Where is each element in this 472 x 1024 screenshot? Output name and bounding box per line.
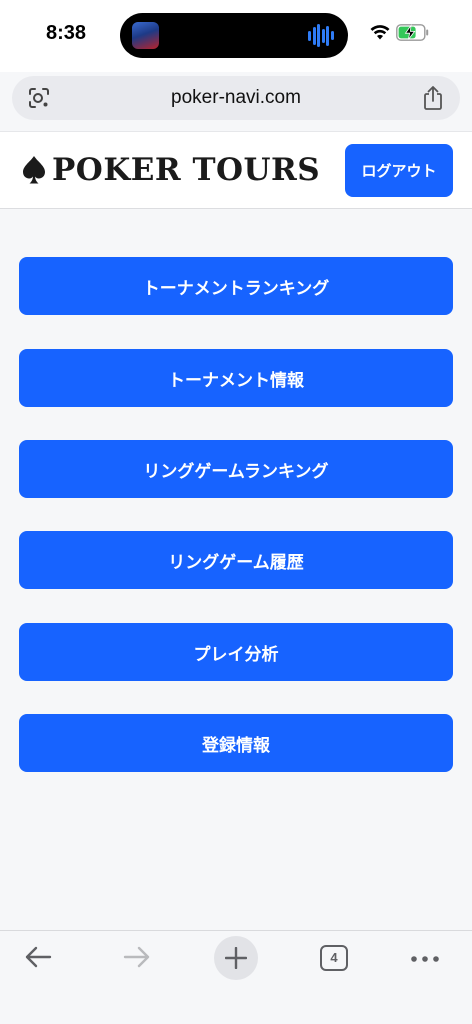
wifi-icon (370, 25, 390, 40)
dynamic-island[interactable] (120, 13, 348, 58)
logout-button[interactable]: ログアウト (345, 144, 453, 197)
logo-text: POKER TOURS (52, 152, 321, 188)
plus-icon (225, 947, 247, 969)
tournament-info-button[interactable]: トーナメント情報 (19, 349, 453, 407)
play-analysis-button[interactable]: プレイ分析 (19, 623, 453, 681)
registration-info-button[interactable]: 登録情報 (19, 714, 453, 772)
more-icon[interactable] (410, 955, 440, 963)
forward-arrow-icon[interactable] (123, 945, 151, 969)
share-icon[interactable] (422, 85, 444, 111)
site-header: POKER TOURS ログアウト (0, 131, 472, 209)
url-text[interactable]: poker-navi.com (12, 76, 460, 120)
ring-game-history-button[interactable]: リングゲーム履歴 (19, 531, 453, 589)
tournament-ranking-button[interactable]: トーナメントランキング (19, 257, 453, 315)
status-bar: 8:38 (0, 0, 472, 72)
battery-charging-icon (396, 24, 429, 41)
browser-toolbar: 4 (0, 930, 472, 1024)
site-logo[interactable]: POKER TOURS (22, 150, 320, 190)
status-time: 8:38 (46, 22, 87, 44)
tabs-icon[interactable]: 4 (320, 945, 348, 971)
new-tab-button[interactable] (214, 936, 258, 980)
address-bar[interactable]: poker-navi.com (12, 76, 460, 120)
audio-wave-icon (308, 24, 334, 47)
back-arrow-icon[interactable] (24, 945, 52, 969)
spade-icon (23, 156, 45, 184)
ring-game-ranking-button[interactable]: リングゲームランキング (19, 440, 453, 498)
app-thumbnail-icon (132, 22, 159, 49)
